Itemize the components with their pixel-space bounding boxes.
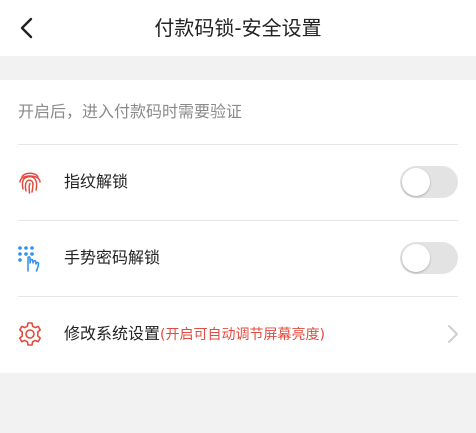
gesture-pattern-icon <box>18 246 40 272</box>
chevron-right-icon <box>448 325 458 343</box>
fingerprint-unlock-toggle[interactable] <box>400 166 458 198</box>
toggle-knob <box>402 168 430 196</box>
toggle-knob <box>402 244 430 272</box>
fingerprint-unlock-label: 指纹解锁 <box>64 172 129 191</box>
section-gap <box>0 56 476 80</box>
system-settings-note: (开启可自动调节屏幕亮度) <box>160 327 325 343</box>
settings-panel: 开启后，进入付款码时需要验证 指纹解锁 手势密码解锁 修改系统设置(开启可自动调… <box>0 80 476 373</box>
fingerprint-unlock-row: 指纹解锁 <box>0 144 476 220</box>
gesture-unlock-row: 手势密码解锁 <box>0 220 476 296</box>
system-settings-title: 修改系统设置 <box>64 324 161 343</box>
system-settings-label: 修改系统设置(开启可自动调节屏幕亮度) <box>64 296 325 372</box>
gesture-unlock-toggle[interactable] <box>400 242 458 274</box>
hint-text: 开启后，进入付款码时需要验证 <box>18 102 243 121</box>
page-title: 付款码锁-安全设置 <box>154 16 322 40</box>
gear-icon <box>19 322 41 346</box>
system-settings-row[interactable]: 修改系统设置(开启可自动调节屏幕亮度) <box>0 296 476 372</box>
header-bar: 付款码锁-安全设置 <box>0 0 476 56</box>
fingerprint-icon <box>19 172 41 194</box>
gesture-unlock-label: 手势密码解锁 <box>64 248 161 267</box>
